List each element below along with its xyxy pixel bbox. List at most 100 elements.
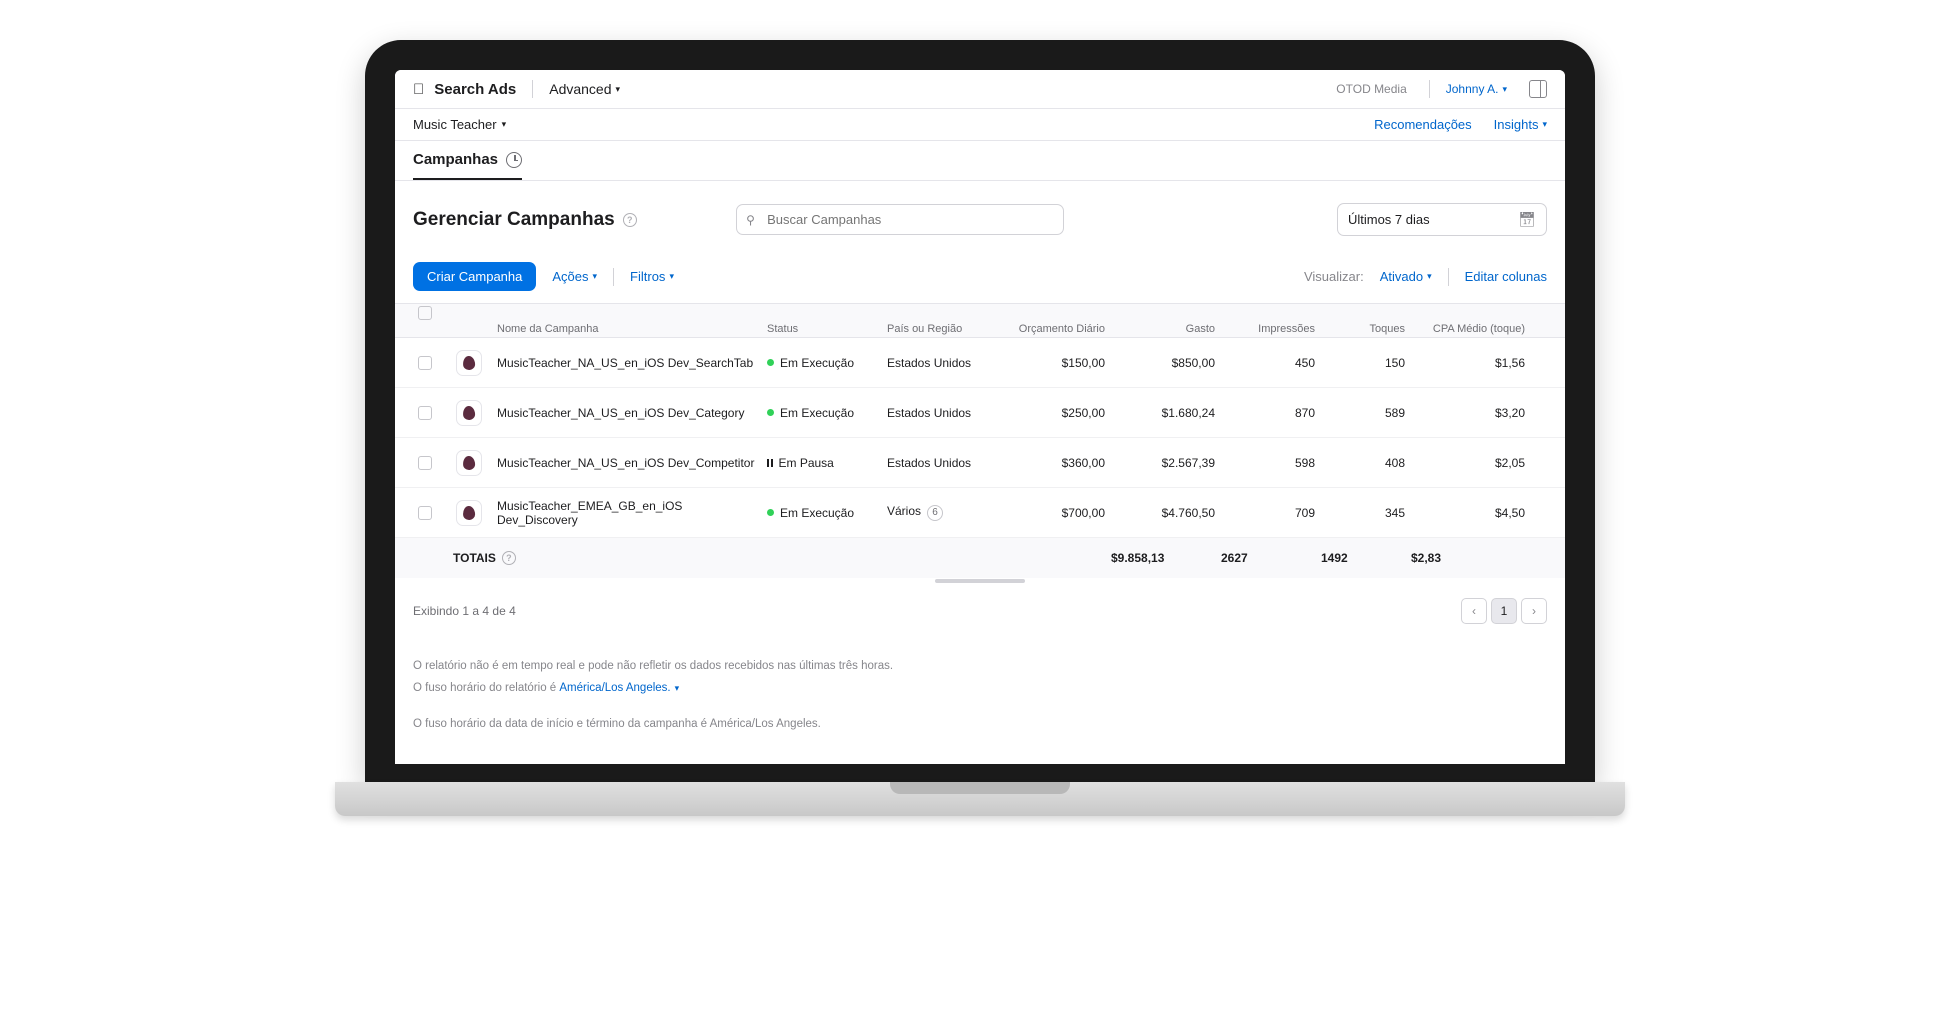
row-checkbox[interactable] <box>418 406 432 420</box>
campaign-spend: $2.567,39 <box>1111 456 1221 470</box>
app-title: Search Ads <box>434 81 516 98</box>
campaign-name[interactable]: MusicTeacher_NA_US_en_iOS Dev_Category <box>491 406 761 420</box>
breadcrumb-app-label: Music Teacher <box>413 117 497 132</box>
campaign-taps: 150 <box>1321 356 1411 370</box>
app-breadcrumb[interactable]: Music Teacher ▾ <box>413 117 506 132</box>
campaigns-table: Nome da Campanha Status País ou Região O… <box>395 303 1565 584</box>
campaign-spend: $1.680,24 <box>1111 406 1221 420</box>
footer-line-2: O fuso horário do relatório é América/Lo… <box>413 678 1547 700</box>
pagination: ‹ 1 › <box>1461 598 1547 624</box>
col-region[interactable]: País ou Região <box>881 323 1001 335</box>
pagination-row: Exibindo 1 a 4 de 4 ‹ 1 › <box>395 584 1565 638</box>
campaign-taps: 345 <box>1321 506 1411 520</box>
pagination-next[interactable]: › <box>1521 598 1547 624</box>
panel-toggle-icon[interactable] <box>1529 80 1547 98</box>
table-row[interactable]: MusicTeacher_NA_US_en_iOS Dev_SearchTab … <box>395 338 1565 388</box>
table-totals-row: TOTAIS ? $9.858,13 2627 1492 $2,83 <box>395 538 1565 578</box>
app-icon <box>456 400 482 426</box>
campaign-name[interactable]: MusicTeacher_NA_US_en_iOS Dev_Competitor <box>491 456 761 470</box>
date-range-label: Últimos 7 dias <box>1348 212 1430 227</box>
chevron-down-icon: ▾ <box>1542 119 1547 130</box>
table-row[interactable]: MusicTeacher_EMEA_GB_en_iOS Dev_Discover… <box>395 488 1565 538</box>
help-icon[interactable]: ? <box>623 213 637 227</box>
status-running-icon <box>767 359 774 366</box>
edit-columns-button[interactable]: Editar colunas <box>1465 269 1547 284</box>
row-checkbox[interactable] <box>418 356 432 370</box>
col-budget[interactable]: Orçamento Diário <box>1001 323 1111 335</box>
col-taps[interactable]: Toques <box>1321 323 1411 335</box>
campaign-impressions: 598 <box>1221 456 1321 470</box>
campaign-name[interactable]: MusicTeacher_EMEA_GB_en_iOS Dev_Discover… <box>491 499 761 527</box>
chevron-down-icon: ▾ <box>1502 84 1507 95</box>
pagination-page-1[interactable]: 1 <box>1491 598 1517 624</box>
nav-recommendations[interactable]: Recomendações <box>1374 117 1472 132</box>
table-row[interactable]: MusicTeacher_NA_US_en_iOS Dev_Competitor… <box>395 438 1565 488</box>
campaign-region: Vários6 <box>881 504 1001 521</box>
col-name[interactable]: Nome da Campanha <box>447 323 761 335</box>
divider <box>613 268 614 286</box>
totals-spend: $9.858,13 <box>1111 551 1221 565</box>
col-cpa[interactable]: CPA Médio (toque) <box>1411 323 1531 335</box>
global-header:  Search Ads Advanced ▾ OTOD Media Johnn… <box>395 70 1565 109</box>
user-name-label: Johnny A. <box>1446 82 1499 96</box>
campaign-region: Estados Unidos <box>881 356 1001 370</box>
create-campaign-button[interactable]: Criar Campanha <box>413 262 536 291</box>
campaign-name[interactable]: MusicTeacher_NA_US_en_iOS Dev_SearchTab <box>491 356 761 370</box>
status-running-icon <box>767 509 774 516</box>
page-title: Gerenciar Campanhas ? <box>413 209 637 231</box>
history-icon[interactable] <box>506 152 522 168</box>
col-impressions[interactable]: Impressões <box>1221 323 1321 335</box>
org-name: OTOD Media <box>1336 82 1406 96</box>
campaign-cpa: $1,56 <box>1411 356 1531 370</box>
campaign-cpa: $4,50 <box>1411 506 1531 520</box>
row-checkbox[interactable] <box>418 506 432 520</box>
title-row: Gerenciar Campanhas ? ⚲ Últimos 7 dias 📅… <box>395 181 1565 250</box>
campaign-region: Estados Unidos <box>881 406 1001 420</box>
row-checkbox[interactable] <box>418 456 432 470</box>
campaign-spend: $850,00 <box>1111 356 1221 370</box>
filters-dropdown[interactable]: Filtros ▾ <box>630 269 674 284</box>
status-running-icon <box>767 409 774 416</box>
campaign-taps: 408 <box>1321 456 1411 470</box>
table-header-row: Nome da Campanha Status País ou Região O… <box>395 304 1565 338</box>
app-icon <box>456 350 482 376</box>
pagination-prev[interactable]: ‹ <box>1461 598 1487 624</box>
nav-insights[interactable]: Insights ▾ <box>1494 117 1547 132</box>
chevron-down-icon: ▾ <box>1427 271 1432 282</box>
totals-label: TOTAIS <box>453 551 496 565</box>
col-status[interactable]: Status <box>761 323 881 335</box>
actions-label: Ações <box>552 269 588 284</box>
select-all-checkbox[interactable] <box>418 306 432 320</box>
actions-dropdown[interactable]: Ações ▾ <box>552 269 597 284</box>
status-paused-icon <box>767 459 773 467</box>
search-icon: ⚲ <box>746 213 755 227</box>
action-row: Criar Campanha Ações ▾ Filtros ▾ Visuali… <box>395 250 1565 303</box>
help-icon[interactable]: ? <box>502 551 516 565</box>
chevron-down-icon: ▾ <box>502 119 507 130</box>
tier-dropdown[interactable]: Advanced ▾ <box>549 81 620 97</box>
totals-cpa: $2,83 <box>1411 551 1531 565</box>
campaign-region: Estados Unidos <box>881 456 1001 470</box>
campaign-status: Em Execução <box>767 506 875 520</box>
tab-campaigns[interactable]: Campanhas <box>413 151 522 180</box>
search-campaigns[interactable]: ⚲ <box>736 204 1064 235</box>
user-menu[interactable]: Johnny A. ▾ <box>1446 82 1507 96</box>
status-label: Em Execução <box>780 406 854 420</box>
region-count-badge: 6 <box>927 505 943 521</box>
filters-label: Filtros <box>630 269 665 284</box>
page-title-text: Gerenciar Campanhas <box>413 209 615 231</box>
chevron-down-icon: ▾ <box>616 84 621 95</box>
chevron-down-icon: ▾ <box>669 271 674 282</box>
status-label: Em Execução <box>780 506 854 520</box>
status-label: Em Execução <box>780 356 854 370</box>
search-input[interactable] <box>736 204 1064 235</box>
view-label: Visualizar: <box>1304 269 1364 284</box>
pagination-info: Exibindo 1 a 4 de 4 <box>413 604 516 618</box>
date-range-picker[interactable]: Últimos 7 dias 📅︎ <box>1337 203 1547 236</box>
campaign-spend: $4.760,50 <box>1111 506 1221 520</box>
table-row[interactable]: MusicTeacher_NA_US_en_iOS Dev_Category E… <box>395 388 1565 438</box>
campaign-status: Em Pausa <box>767 456 875 470</box>
col-spend[interactable]: Gasto <box>1111 323 1221 335</box>
timezone-link[interactable]: América/Los Angeles. ▾ <box>559 678 679 700</box>
view-toggle[interactable]: Ativado ▾ <box>1380 269 1432 284</box>
